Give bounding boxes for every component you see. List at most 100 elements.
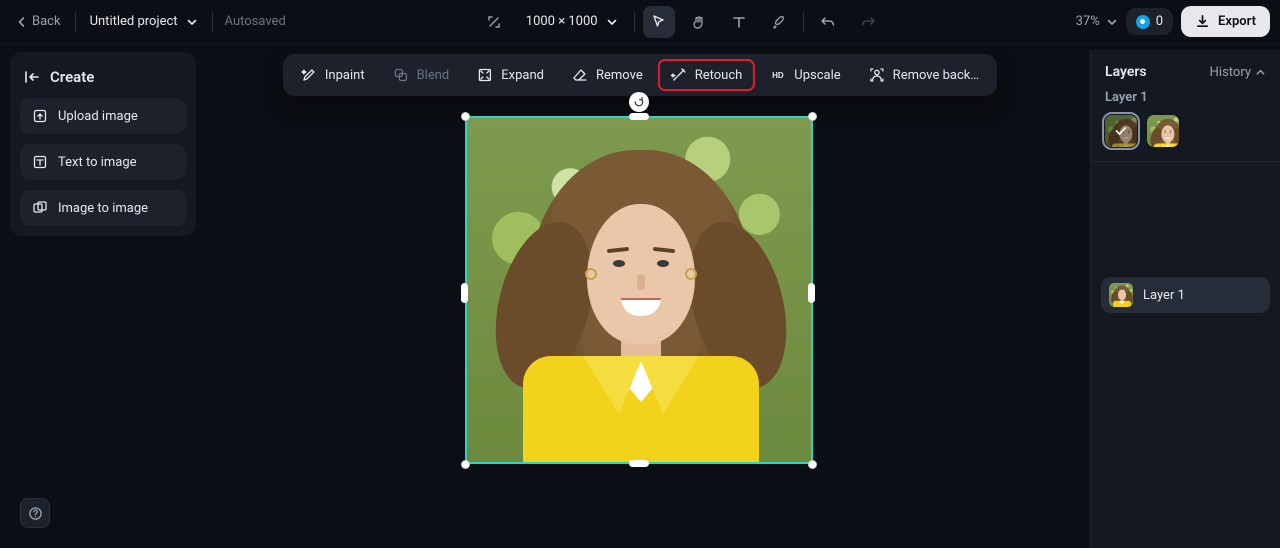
inpaint-label: Inpaint: [325, 68, 365, 83]
divider: [212, 12, 213, 32]
canvas-dimensions-dropdown[interactable]: 1000 × 1000: [518, 10, 626, 33]
resize-handle-br[interactable]: [808, 460, 817, 469]
layers-tab[interactable]: Layers: [1105, 64, 1147, 80]
canvas-selection[interactable]: [465, 116, 813, 464]
brush-tool-button[interactable]: [763, 6, 795, 38]
rotate-icon: [633, 96, 645, 108]
blend-action: Blend: [381, 60, 462, 90]
project-name-dropdown[interactable]: Untitled project: [84, 10, 204, 33]
undo-icon: [820, 14, 836, 30]
resize-handle-bottom[interactable]: [629, 460, 649, 467]
expand-label: Expand: [501, 68, 544, 83]
back-button[interactable]: Back: [10, 10, 67, 33]
remove-label: Remove: [596, 68, 643, 83]
blend-label: Blend: [417, 68, 450, 83]
left-sidebar: Create Upload image Text to image Image to…: [10, 52, 196, 236]
layer-thumbnail-2[interactable]: [1147, 115, 1179, 147]
sidebar-t2i-label: Text to image: [58, 155, 137, 170]
resize-handle-top[interactable]: [629, 113, 649, 120]
wand-icon: [671, 67, 687, 83]
divider: [634, 12, 635, 32]
resize-icon: [486, 14, 502, 30]
svg-text:HD: HD: [773, 71, 785, 80]
upscale-label: Upscale: [794, 68, 840, 83]
upload-icon: [32, 108, 48, 124]
create-icon: [24, 69, 40, 85]
remove-action[interactable]: Remove: [560, 60, 655, 90]
eraser-icon: [572, 67, 588, 83]
chevron-down-icon: [186, 16, 198, 28]
ai-action-bar: Inpaint Blend Expand Remove Retouch HD Upscale…: [283, 54, 997, 96]
chevron-down-icon: [606, 16, 618, 28]
autosaved-label: Autosaved: [225, 14, 286, 29]
sidebar-i2i-button[interactable]: Image to image: [20, 190, 186, 226]
export-button[interactable]: Export: [1181, 6, 1270, 37]
create-label: Create: [50, 68, 94, 86]
upscale-action[interactable]: HD Upscale: [758, 60, 852, 90]
credits-icon: [1136, 15, 1150, 29]
pen-sparkle-icon: [301, 67, 317, 83]
layers-panel: Layers History Layer 1 Layer 1: [1090, 50, 1280, 548]
export-label: Export: [1218, 14, 1256, 29]
person-cut-icon: [869, 67, 885, 83]
resize-handle-tl[interactable]: [461, 112, 470, 121]
current-layer-name: Layer 1: [1091, 88, 1280, 115]
resize-handle-right[interactable]: [808, 283, 815, 303]
divider: [803, 12, 804, 32]
resize-handle-tr[interactable]: [808, 112, 817, 121]
text-icon: [731, 14, 747, 30]
project-name-text: Untitled project: [90, 14, 178, 29]
resize-handle-bl[interactable]: [461, 460, 470, 469]
credits-value: 0: [1156, 14, 1163, 29]
text-tool-button[interactable]: [723, 6, 755, 38]
expand-action[interactable]: Expand: [465, 60, 556, 90]
layer-row-label: Layer 1: [1143, 288, 1185, 303]
history-label: History: [1210, 65, 1251, 80]
brush-icon: [771, 14, 787, 30]
cursor-icon: [651, 14, 667, 30]
remove_bg-action[interactable]: Remove back…: [857, 60, 991, 90]
sidebar-t2i-button[interactable]: Text to image: [20, 144, 186, 180]
zoom-dropdown[interactable]: 37%: [1076, 14, 1118, 29]
retouch-action[interactable]: Retouch: [659, 60, 755, 90]
sidebar-upload-button[interactable]: Upload image: [20, 98, 186, 134]
retouch-label: Retouch: [695, 68, 743, 83]
layer-row-thumbnail: [1109, 283, 1133, 307]
select-tool-button[interactable]: [643, 6, 675, 38]
download-icon: [1195, 14, 1210, 29]
expand-icon: [477, 67, 493, 83]
help-button[interactable]: [20, 498, 50, 528]
layer-thumbnails: [1091, 115, 1280, 161]
inpaint-action[interactable]: Inpaint: [289, 60, 377, 90]
top-bar: Back Untitled project Autosaved 1000 × 1…: [0, 0, 1280, 44]
canvas-resize-button[interactable]: [478, 6, 510, 38]
create-header: Create: [20, 62, 186, 88]
chevron-left-icon: [16, 16, 28, 28]
divider: [75, 12, 76, 32]
layer-row-1[interactable]: Layer 1: [1101, 277, 1270, 313]
hand-tool-button[interactable]: [683, 6, 715, 38]
remove_bg-label: Remove back…: [893, 68, 979, 83]
canvas-dimensions-text: 1000 × 1000: [526, 14, 598, 29]
help-icon: [28, 506, 43, 521]
zoom-value: 37%: [1076, 14, 1100, 29]
layer-thumbnail-1[interactable]: [1105, 115, 1137, 147]
text-to-image-icon: [32, 154, 48, 170]
hand-icon: [691, 14, 707, 30]
blend-icon: [393, 67, 409, 83]
chevron-up-icon: [1255, 67, 1266, 78]
credits-pill[interactable]: 0: [1126, 8, 1173, 35]
history-tab[interactable]: History: [1210, 65, 1266, 80]
undo-button[interactable]: [812, 6, 844, 38]
chevron-down-icon: [1106, 16, 1118, 28]
sidebar-i2i-label: Image to image: [58, 201, 148, 216]
redo-icon: [860, 14, 876, 30]
hd-icon: HD: [770, 67, 786, 83]
rotate-handle[interactable]: [629, 92, 649, 112]
back-label: Back: [32, 14, 61, 29]
redo-button[interactable]: [852, 6, 884, 38]
image-to-image-icon: [32, 200, 48, 216]
resize-handle-left[interactable]: [461, 283, 468, 303]
check-icon: [1105, 115, 1137, 147]
sidebar-upload-label: Upload image: [58, 109, 138, 124]
